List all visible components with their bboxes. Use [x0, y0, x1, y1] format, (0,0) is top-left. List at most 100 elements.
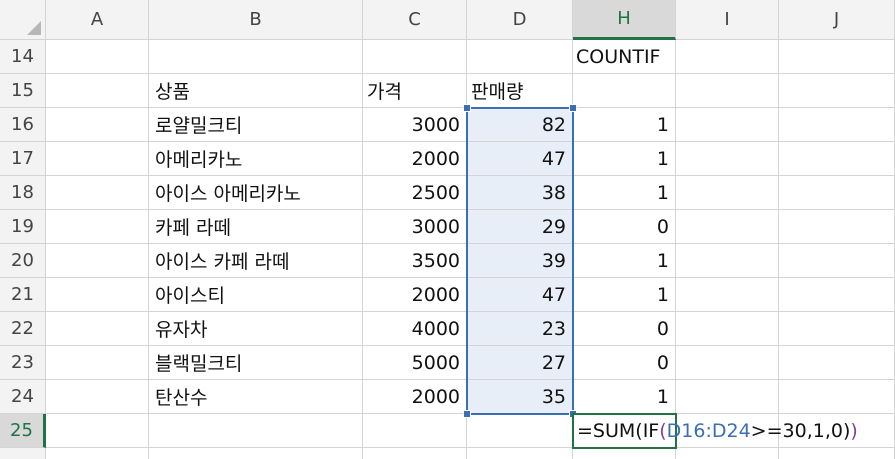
- cell-b24[interactable]: 탄산수: [149, 380, 363, 414]
- column-header-a[interactable]: A: [46, 0, 149, 40]
- cell-b15[interactable]: 상품: [149, 74, 363, 108]
- cell-i18[interactable]: [676, 176, 779, 210]
- range-handle-top-left[interactable]: [463, 104, 471, 112]
- cell-j26[interactable]: [779, 448, 895, 459]
- cell-d16[interactable]: 82: [467, 108, 573, 142]
- cell-b19[interactable]: 카페 라떼: [149, 210, 363, 244]
- cell-a24[interactable]: [46, 380, 149, 414]
- cell-c20[interactable]: 3500: [363, 244, 467, 278]
- cell-d20[interactable]: 39: [467, 244, 573, 278]
- cell-h20[interactable]: 1: [573, 244, 676, 278]
- cell-j20[interactable]: [779, 244, 895, 278]
- cell-d26[interactable]: [467, 448, 573, 459]
- cell-a21[interactable]: [46, 278, 149, 312]
- cell-c21[interactable]: 2000: [363, 278, 467, 312]
- cell-j15[interactable]: [779, 74, 895, 108]
- row-header-14[interactable]: 14: [0, 40, 46, 74]
- range-handle-bottom-left[interactable]: [463, 410, 471, 418]
- column-header-d[interactable]: D: [467, 0, 573, 40]
- cell-c16[interactable]: 3000: [363, 108, 467, 142]
- cell-c26[interactable]: [363, 448, 467, 459]
- cell-b23[interactable]: 블랙밀크티: [149, 346, 363, 380]
- cell-h15[interactable]: [573, 74, 676, 108]
- cell-i22[interactable]: [676, 312, 779, 346]
- column-header-j[interactable]: J: [779, 0, 895, 40]
- cell-d23[interactable]: 27: [467, 346, 573, 380]
- cell-d19[interactable]: 29: [467, 210, 573, 244]
- cell-j14[interactable]: [779, 40, 895, 74]
- cell-a18[interactable]: [46, 176, 149, 210]
- row-header-22[interactable]: 22: [0, 312, 46, 346]
- cell-j16[interactable]: [779, 108, 895, 142]
- cell-j17[interactable]: [779, 142, 895, 176]
- cell-c15[interactable]: 가격: [363, 74, 467, 108]
- cell-b20[interactable]: 아이스 카페 라떼: [149, 244, 363, 278]
- cell-a16[interactable]: [46, 108, 149, 142]
- cell-a19[interactable]: [46, 210, 149, 244]
- cell-d24[interactable]: 35: [467, 380, 573, 414]
- cell-c25[interactable]: [363, 414, 467, 448]
- cell-i16[interactable]: [676, 108, 779, 142]
- cell-h14[interactable]: COUNTIF: [573, 40, 676, 74]
- cell-h18[interactable]: 1: [573, 176, 676, 210]
- cell-a15[interactable]: [46, 74, 149, 108]
- cell-b14[interactable]: [149, 40, 363, 74]
- cell-a26[interactable]: [46, 448, 149, 459]
- cell-h17[interactable]: 1: [573, 142, 676, 176]
- cell-i24[interactable]: [676, 380, 779, 414]
- cell-c18[interactable]: 2500: [363, 176, 467, 210]
- cell-h19[interactable]: 0: [573, 210, 676, 244]
- cell-i15[interactable]: [676, 74, 779, 108]
- cell-a14[interactable]: [46, 40, 149, 74]
- cell-i21[interactable]: [676, 278, 779, 312]
- cell-b22[interactable]: 유자차: [149, 312, 363, 346]
- cell-h22[interactable]: 0: [573, 312, 676, 346]
- row-header-16[interactable]: 16: [0, 108, 46, 142]
- cell-h21[interactable]: 1: [573, 278, 676, 312]
- cell-h25-editor[interactable]: =SUM(IF(D16:D24 >=30,1,0)): [572, 413, 858, 449]
- row-header-23[interactable]: 23: [0, 346, 46, 380]
- cell-b18[interactable]: 아이스 아메리카노: [149, 176, 363, 210]
- cell-c24[interactable]: 2000: [363, 380, 467, 414]
- cell-c17[interactable]: 2000: [363, 142, 467, 176]
- cell-c14[interactable]: [363, 40, 467, 74]
- row-header-17[interactable]: 17: [0, 142, 46, 176]
- row-header-18[interactable]: 18: [0, 176, 46, 210]
- cell-a17[interactable]: [46, 142, 149, 176]
- row-header-21[interactable]: 21: [0, 278, 46, 312]
- cell-i17[interactable]: [676, 142, 779, 176]
- cell-h24[interactable]: 1: [573, 380, 676, 414]
- cell-b21[interactable]: 아이스티: [149, 278, 363, 312]
- cell-h26[interactable]: [573, 448, 676, 459]
- cell-h16[interactable]: 1: [573, 108, 676, 142]
- row-header-24[interactable]: 24: [0, 380, 46, 414]
- cell-a22[interactable]: [46, 312, 149, 346]
- cell-b25[interactable]: [149, 414, 363, 448]
- cell-b17[interactable]: 아메리카노: [149, 142, 363, 176]
- cell-i26[interactable]: [676, 448, 779, 459]
- column-header-h[interactable]: H: [573, 0, 676, 40]
- row-header-20[interactable]: 20: [0, 244, 46, 278]
- cell-j23[interactable]: [779, 346, 895, 380]
- row-header-19[interactable]: 19: [0, 210, 46, 244]
- cell-i23[interactable]: [676, 346, 779, 380]
- cell-d22[interactable]: 23: [467, 312, 573, 346]
- row-header-25[interactable]: 25: [0, 414, 46, 448]
- cell-a20[interactable]: [46, 244, 149, 278]
- column-header-i[interactable]: I: [676, 0, 779, 40]
- cell-j18[interactable]: [779, 176, 895, 210]
- cell-b16[interactable]: 로얄밀크티: [149, 108, 363, 142]
- cell-b26[interactable]: [149, 448, 363, 459]
- cell-d25[interactable]: [467, 414, 573, 448]
- row-header-15[interactable]: 15: [0, 74, 46, 108]
- cell-j21[interactable]: [779, 278, 895, 312]
- cell-d14[interactable]: [467, 40, 573, 74]
- cell-d18[interactable]: 38: [467, 176, 573, 210]
- cell-c23[interactable]: 5000: [363, 346, 467, 380]
- cell-c22[interactable]: 4000: [363, 312, 467, 346]
- cell-i20[interactable]: [676, 244, 779, 278]
- cell-d15[interactable]: 판매량: [467, 74, 573, 108]
- cell-j24[interactable]: [779, 380, 895, 414]
- cell-d21[interactable]: 47: [467, 278, 573, 312]
- cell-j22[interactable]: [779, 312, 895, 346]
